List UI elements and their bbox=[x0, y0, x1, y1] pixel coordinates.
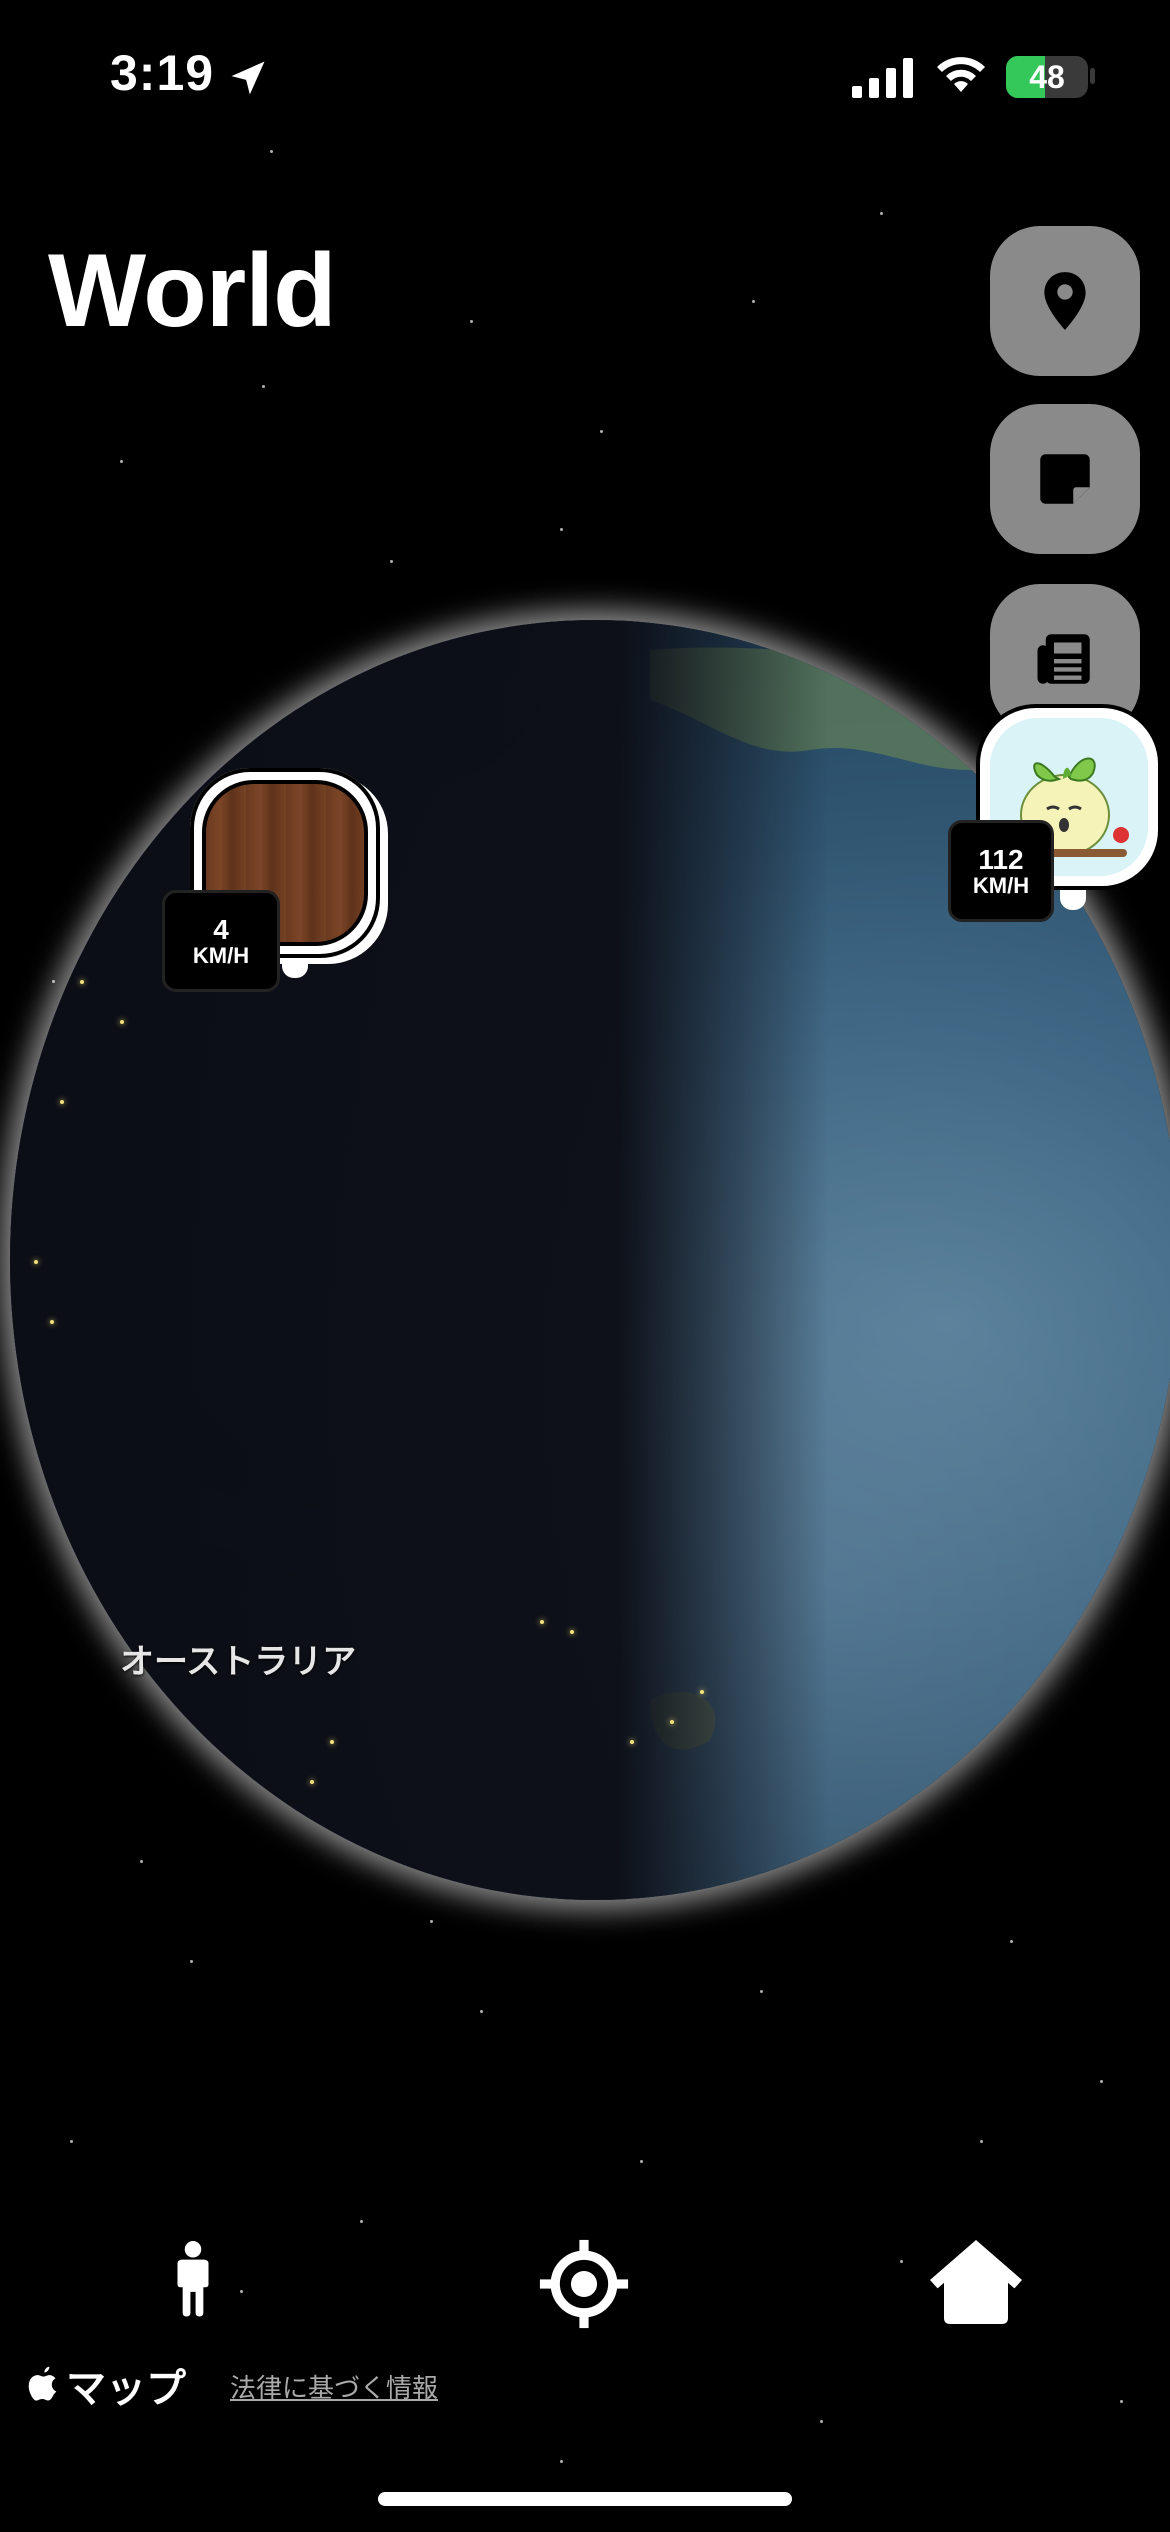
battery-nub bbox=[1090, 68, 1095, 84]
home-icon bbox=[930, 2240, 1022, 2324]
speed-unit: KM/H bbox=[972, 873, 1030, 899]
map-pin-icon bbox=[1044, 272, 1086, 330]
legal-info-link[interactable]: 法律に基づく情報 bbox=[230, 2368, 438, 2405]
speed-value: 4 bbox=[213, 913, 229, 945]
status-bar: 3:19 48 bbox=[0, 0, 1170, 150]
status-time: 3:19 bbox=[110, 45, 215, 101]
speed-unit: KM/H bbox=[192, 943, 250, 969]
apple-logo-icon bbox=[28, 2366, 57, 2401]
speed-badge-2: 112 KM/H bbox=[948, 820, 1054, 922]
battery-percent: 48 bbox=[1029, 59, 1065, 95]
wifi-icon bbox=[937, 57, 985, 92]
battery-indicator: 48 bbox=[1006, 56, 1088, 98]
region-label-australia: オーストラリア bbox=[120, 1643, 357, 1681]
sticky-note-icon bbox=[1040, 454, 1090, 504]
marker-pin-tail bbox=[282, 958, 308, 978]
apple-maps-attribution: マップ bbox=[26, 2356, 186, 2414]
note-button[interactable] bbox=[990, 404, 1140, 554]
cellular-signal-icon bbox=[852, 58, 913, 98]
location-arrow-icon bbox=[231, 61, 265, 95]
locate-me-button[interactable] bbox=[536, 2236, 632, 2332]
newspaper-icon bbox=[1037, 634, 1090, 684]
locate-crosshair-icon bbox=[539, 2239, 629, 2329]
world-map-screen: オーストラリア 3:19 48 World 4 KM/H 112 KM/H マッ… bbox=[0, 0, 1170, 2532]
home-indicator[interactable] bbox=[378, 2492, 792, 2506]
marker-pin-tail bbox=[1060, 890, 1086, 910]
speed-badge-1: 4 KM/H bbox=[162, 890, 280, 992]
home-button[interactable] bbox=[926, 2232, 1026, 2332]
maps-label: マップ bbox=[66, 2367, 186, 2411]
walk-mode-button[interactable] bbox=[150, 2224, 236, 2334]
location-pin-button[interactable] bbox=[990, 226, 1140, 376]
speed-value: 112 bbox=[978, 843, 1024, 875]
person-walking-icon bbox=[177, 2241, 209, 2317]
page-title: World bbox=[48, 233, 337, 349]
